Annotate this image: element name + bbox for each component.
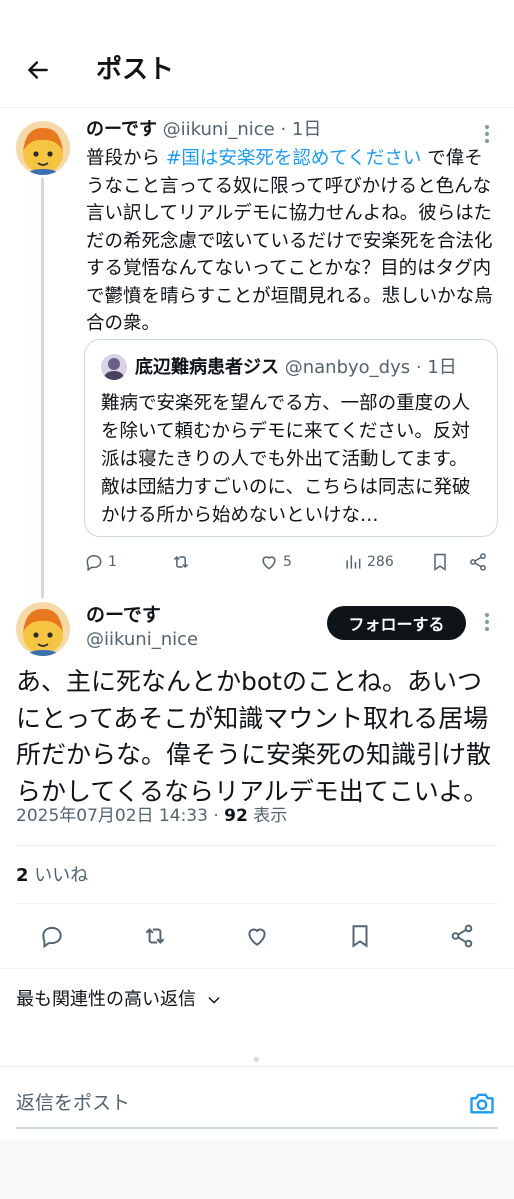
post-text: 普段から #国は安楽死を認めてください で偉そうなこと言ってる奴に限って呼びかけ… <box>86 145 500 338</box>
main-reply-button[interactable] <box>37 921 67 951</box>
main-share-button[interactable] <box>447 921 477 951</box>
repost-icon <box>173 555 189 569</box>
post-header: のーです @iikuni_nice · 1日 <box>86 119 322 140</box>
more-button[interactable] <box>475 120 499 148</box>
main-bookmark-button[interactable] <box>345 921 375 951</box>
main-like-button[interactable] <box>242 921 272 951</box>
more-icon <box>485 125 489 143</box>
chevron-down-icon <box>208 997 220 1004</box>
views-label: 表示 <box>247 806 288 826</box>
more-icon <box>485 613 489 631</box>
post-action-bar: 1 5 286 <box>84 547 498 577</box>
input-underline <box>16 1127 498 1129</box>
camera-icon <box>470 1093 494 1114</box>
post-text-rest: で偉そうなこと言ってる奴に限って呼びかけると色んな言い訳してリアルデモに協力せん… <box>86 148 493 334</box>
repost-icon <box>145 928 165 944</box>
quote-author-name: 底辺難病患者ジス <box>135 357 279 378</box>
sort-label: 最も関連性の高い返信 <box>16 989 196 1010</box>
divider <box>16 845 498 846</box>
timestamp-text[interactable]: 2025年07月02日 14:33 <box>16 806 208 826</box>
quote-author-handle: @nanbyo_dys <box>284 357 411 378</box>
repost-button[interactable] <box>171 547 195 577</box>
like-count: 5 <box>283 554 292 570</box>
reply-input[interactable]: 返信をポスト <box>16 1089 130 1117</box>
reply-sort-dropdown[interactable]: 最も関連性の高い返信 <box>16 985 222 1015</box>
views-button[interactable]: 286 <box>343 547 394 577</box>
main-action-bar <box>0 918 514 956</box>
reply-icon <box>42 926 62 949</box>
divider <box>0 968 514 969</box>
quote-avatar <box>101 354 127 380</box>
author-name[interactable]: のーです <box>86 119 157 140</box>
views-icon <box>346 555 361 569</box>
like-icon <box>262 556 276 570</box>
follow-button[interactable]: フォローする <box>327 606 466 640</box>
avatar-image <box>16 121 70 175</box>
likes-label: いいね <box>28 865 89 886</box>
post-time[interactable]: 1日 <box>292 119 321 140</box>
reply-count: 1 <box>108 554 117 570</box>
main-author-handle[interactable]: @iikuni_nice <box>86 628 198 652</box>
post-timestamp: 2025年07月02日 14:33 · 92 表示 <box>16 803 287 829</box>
camera-button[interactable] <box>466 1087 498 1119</box>
back-arrow-icon <box>28 61 48 79</box>
post-text-start: 普段から <box>86 148 166 169</box>
likes-summary[interactable]: 2 いいね <box>16 862 88 890</box>
loading-indicator <box>254 1057 259 1062</box>
quote-time: 1日 <box>427 357 457 378</box>
main-author-name[interactable]: のーです <box>86 602 161 628</box>
quote-avatar-image <box>101 354 127 380</box>
main-more-button[interactable] <box>475 608 499 636</box>
like-icon <box>248 928 266 946</box>
quoted-post[interactable]: 底辺難病患者ジス @nanbyo_dys · 1日 難病で安楽死を望んでる方、一… <box>84 339 498 537</box>
top-bar: ポスト <box>0 0 514 108</box>
reply-button[interactable]: 1 <box>84 547 117 577</box>
quote-header: 底辺難病患者ジス @nanbyo_dys · 1日 <box>135 357 457 378</box>
separator: · <box>207 806 225 826</box>
like-button[interactable]: 5 <box>259 547 292 577</box>
main-avatar[interactable] <box>16 602 70 656</box>
bookmark-icon <box>434 553 446 571</box>
main-post-text: あ、主に死なんとかbotのことね。あいつにとってあそこが知識マウント取れる居場所… <box>16 667 492 806</box>
divider <box>16 903 498 904</box>
share-icon <box>451 924 473 948</box>
author-handle[interactable]: @iikuni_nice <box>163 119 275 140</box>
main-repost-button[interactable] <box>140 921 170 951</box>
quote-text: 難病で安楽死を望んでる方、一部の重度の人を除いて頼むからデモに来てください。反対… <box>101 393 471 526</box>
main-avatar-image <box>16 602 70 656</box>
likes-number: 2 <box>16 865 29 886</box>
views-count: 286 <box>367 554 394 570</box>
hashtag-link[interactable]: #国は安楽死を認めてください <box>166 148 421 169</box>
bottom-area <box>0 1140 514 1199</box>
reply-composer: 返信をポスト <box>0 1066 514 1140</box>
bookmark-button[interactable] <box>430 547 450 577</box>
page-title: ポスト <box>96 55 175 85</box>
avatar[interactable] <box>16 121 70 175</box>
bookmark-icon <box>352 925 368 948</box>
share-button[interactable] <box>468 547 488 577</box>
thread-line <box>41 178 44 598</box>
views-number: 92 <box>224 806 248 826</box>
back-button[interactable] <box>18 52 58 88</box>
reply-icon <box>86 554 102 572</box>
share-icon <box>470 553 486 571</box>
